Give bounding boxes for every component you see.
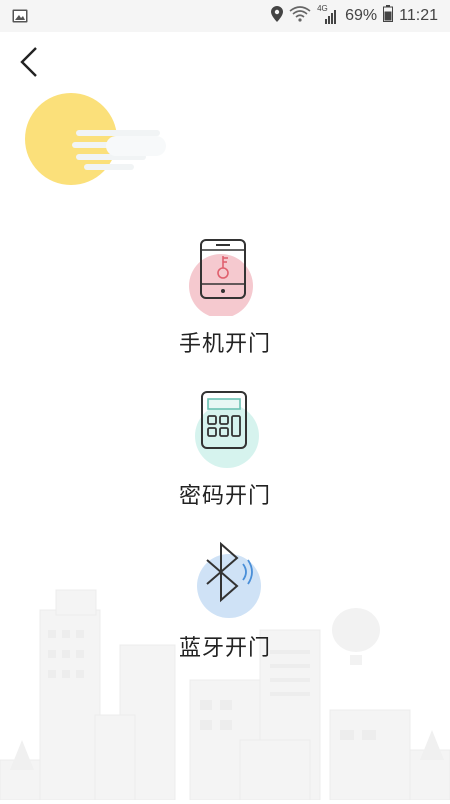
phone-key-icon bbox=[185, 236, 265, 318]
battery-icon bbox=[383, 5, 394, 27]
bluetooth-unlock-option[interactable]: 蓝牙开门 bbox=[0, 540, 450, 662]
wifi-icon bbox=[289, 5, 311, 27]
sun-cloud-icon bbox=[24, 92, 174, 192]
image-icon bbox=[12, 8, 28, 27]
option-label: 蓝牙开门 bbox=[178, 636, 271, 661]
bluetooth-icon bbox=[185, 540, 265, 620]
clock: 11:21 bbox=[399, 7, 438, 24]
location-icon bbox=[271, 5, 284, 27]
status-bar: 4G 69% 11:21 bbox=[0, 0, 450, 32]
phone-unlock-option[interactable]: 手机开门 bbox=[0, 236, 450, 358]
chevron-left-icon bbox=[20, 47, 37, 77]
signal-icon: 4G bbox=[317, 4, 339, 24]
keypad-icon bbox=[185, 388, 265, 468]
back-button[interactable] bbox=[16, 44, 48, 80]
option-label: 密码开门 bbox=[178, 484, 271, 509]
option-label: 手机开门 bbox=[178, 332, 271, 357]
battery-percent: 69% bbox=[345, 7, 378, 24]
password-unlock-option[interactable]: 密码开门 bbox=[0, 388, 450, 510]
